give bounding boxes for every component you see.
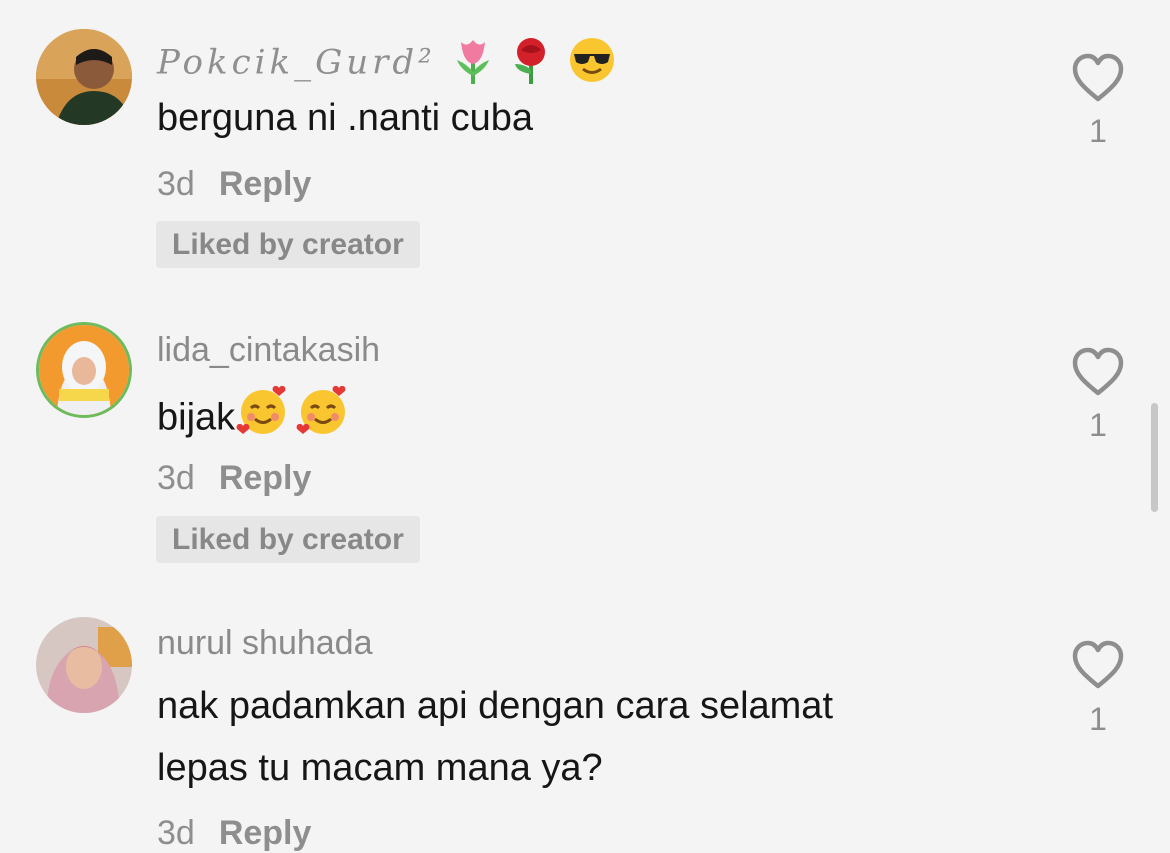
username[interactable]: Pokcik_Gurd² bbox=[157, 36, 616, 93]
comment-text: nak padamkan api dengan cara selamat lep… bbox=[157, 685, 834, 789]
liked-by-creator-badge: Liked by creator bbox=[156, 516, 420, 563]
comment-meta: 3d Reply bbox=[157, 458, 311, 498]
avatar[interactable] bbox=[36, 29, 132, 125]
comment-meta: 3d Reply bbox=[157, 164, 311, 204]
rose-emoji bbox=[509, 36, 553, 93]
heart-icon[interactable] bbox=[1071, 53, 1125, 103]
avatar[interactable] bbox=[36, 617, 132, 713]
reply-button[interactable]: Reply bbox=[219, 459, 312, 497]
comment-item: lida_cintakasih bijak 3d Reply Liked by … bbox=[0, 300, 1170, 600]
like-count: 1 bbox=[1089, 701, 1107, 737]
tulip-emoji bbox=[451, 36, 495, 93]
comment-text: berguna ni .nanti cuba bbox=[157, 97, 534, 139]
reply-button[interactable]: Reply bbox=[219, 165, 312, 203]
heart-icon[interactable] bbox=[1071, 640, 1125, 690]
comment-item: Pokcik_Gurd² berguna ni .nanti cuba 3d R… bbox=[0, 0, 1170, 300]
avatar[interactable] bbox=[36, 322, 132, 418]
smiling-face-with-hearts-emoji bbox=[295, 382, 351, 457]
like-count: 1 bbox=[1089, 407, 1107, 443]
comment-item: nurul shuhada nak padamkan api dengan ca… bbox=[0, 600, 1170, 853]
timestamp: 3d bbox=[157, 165, 195, 203]
comment-text: bijak bbox=[157, 382, 351, 457]
smiling-face-with-hearts-emoji bbox=[235, 382, 291, 457]
heart-icon[interactable] bbox=[1071, 347, 1125, 397]
comment-meta: 3d Reply bbox=[157, 813, 311, 853]
username[interactable]: nurul shuhada bbox=[157, 623, 373, 663]
scrollbar[interactable] bbox=[1151, 403, 1158, 512]
sunglasses-emoji bbox=[568, 36, 616, 93]
username[interactable]: lida_cintakasih bbox=[157, 330, 380, 370]
reply-button[interactable]: Reply bbox=[219, 814, 312, 852]
like-count: 1 bbox=[1089, 113, 1107, 149]
liked-by-creator-badge: Liked by creator bbox=[156, 221, 420, 268]
timestamp: 3d bbox=[157, 459, 195, 497]
timestamp: 3d bbox=[157, 814, 195, 852]
